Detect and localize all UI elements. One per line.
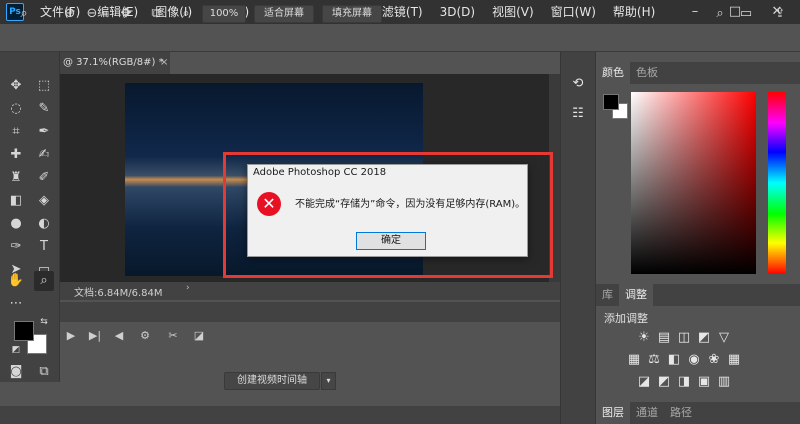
- fill-screen-button[interactable]: 填充屏幕: [322, 5, 382, 23]
- properties-panel-icon[interactable]: ☷: [570, 106, 586, 122]
- black-white-icon[interactable]: ◧: [666, 352, 682, 368]
- timeline-header: [60, 302, 560, 322]
- document-tab[interactable]: @ 37.1%(RGB/8#) *: [60, 52, 170, 74]
- swap-colors-icon[interactable]: ⇆: [38, 316, 50, 328]
- zoom-all-windows-icon[interactable]: ⧉: [146, 5, 166, 23]
- menu-filter[interactable]: 滤镜(T): [382, 0, 423, 24]
- status-menu-icon[interactable]: ›: [186, 283, 196, 297]
- curves-icon[interactable]: ◫: [676, 330, 692, 346]
- zoom-100-button[interactable]: 100%: [202, 5, 246, 23]
- tab-libraries[interactable]: 库: [596, 284, 619, 306]
- foreground-color-swatch[interactable]: [14, 321, 34, 341]
- color-panel-tabs: 颜色 色板: [596, 62, 800, 84]
- resize-windows-icon[interactable]: ✥: [116, 5, 136, 23]
- transition-icon[interactable]: ◪: [190, 327, 208, 345]
- eraser-tool-icon[interactable]: ◧: [6, 191, 26, 211]
- quick-mask-icon[interactable]: ◙: [6, 362, 26, 382]
- tab-close-icon[interactable]: ×: [160, 52, 172, 74]
- share-icon[interactable]: ⇪: [770, 5, 790, 23]
- minimize-button[interactable]: –: [680, 0, 710, 24]
- vibrance-icon[interactable]: ▽: [716, 330, 732, 346]
- marquee-tool-icon[interactable]: ⬚: [34, 76, 54, 96]
- create-video-timeline-button[interactable]: 创建视频时间轴: [224, 372, 320, 390]
- history-panel-icon[interactable]: ⟲: [570, 76, 586, 92]
- posterize-icon[interactable]: ◩: [656, 374, 672, 390]
- settings-icon[interactable]: ⚙: [136, 327, 154, 345]
- screen-mode-icon[interactable]: ⧉: [34, 362, 54, 382]
- document-size-status: 文档:6.84M/6.84M: [74, 288, 163, 299]
- brush-tool-icon[interactable]: ✍: [34, 145, 54, 165]
- layers-panel-tabs: 图层 通道 路径: [596, 402, 800, 424]
- menu-help[interactable]: 帮助(H): [613, 0, 655, 24]
- add-adjustment-label: 添加调整: [604, 312, 648, 325]
- tab-swatches[interactable]: 色板: [630, 62, 664, 84]
- lasso-tool-icon[interactable]: ◌: [6, 99, 26, 119]
- levels-icon[interactable]: ▤: [656, 330, 672, 346]
- zoom-out-icon[interactable]: ⊖: [82, 5, 102, 23]
- highlight-annotation-box: [223, 152, 553, 278]
- exposure-icon[interactable]: ◩: [696, 330, 712, 346]
- color-lookup-icon[interactable]: ▦: [726, 352, 742, 368]
- invert-icon[interactable]: ◪: [636, 374, 652, 390]
- threshold-icon[interactable]: ◨: [676, 374, 692, 390]
- clone-stamp-tool-icon[interactable]: ♜: [6, 168, 26, 188]
- quick-select-tool-icon[interactable]: ✎: [34, 99, 54, 119]
- play-icon[interactable]: ▶: [62, 327, 80, 345]
- tab-channels[interactable]: 通道: [630, 402, 664, 424]
- timeline-dropdown-icon[interactable]: ▾: [321, 372, 336, 390]
- paint-bucket-tool-icon[interactable]: ◈: [34, 191, 54, 211]
- channel-mixer-icon[interactable]: ❀: [706, 352, 722, 368]
- move-tool-icon[interactable]: ✥: [6, 76, 26, 96]
- history-brush-tool-icon[interactable]: ✐: [34, 168, 54, 188]
- hue-slider[interactable]: [768, 92, 786, 274]
- color-balance-icon[interactable]: ⚖: [646, 352, 662, 368]
- zoom-tool-active-icon[interactable]: ⌕: [34, 271, 54, 291]
- prev-frame-icon[interactable]: ◀: [110, 327, 128, 345]
- scissors-icon[interactable]: ✂: [164, 327, 182, 345]
- menu-3d[interactable]: 3D(D): [440, 0, 475, 24]
- tab-color[interactable]: 颜色: [596, 62, 630, 84]
- hand-tool-icon[interactable]: ✋: [6, 271, 26, 291]
- menu-view[interactable]: 视图(V): [492, 0, 534, 24]
- brightness-icon[interactable]: ☀: [636, 330, 652, 346]
- workspace-icon[interactable]: ▭: [736, 5, 756, 23]
- hue-saturation-icon[interactable]: ▦: [626, 352, 642, 368]
- tab-adjustments[interactable]: 调整: [619, 284, 653, 306]
- crop-tool-icon[interactable]: ⌗: [6, 122, 26, 142]
- gradient-map-icon[interactable]: ▥: [716, 374, 732, 390]
- timeline-footer: [0, 406, 560, 424]
- eyedropper-tool-icon[interactable]: ✒: [34, 122, 54, 142]
- panel-foreground-swatch[interactable]: [603, 94, 619, 110]
- default-colors-icon[interactable]: ◩: [10, 344, 22, 356]
- selective-color-icon[interactable]: ▣: [696, 374, 712, 390]
- type-tool-icon[interactable]: T: [34, 237, 54, 257]
- tab-paths[interactable]: 路径: [664, 402, 698, 424]
- pen-tool-icon[interactable]: ✑: [6, 237, 26, 257]
- next-frame-icon[interactable]: ▶|: [86, 327, 104, 345]
- scrubby-zoom-icon[interactable]: ⌕: [176, 5, 196, 23]
- zoom-tool-icon[interactable]: ⌕: [14, 5, 34, 23]
- tab-layers[interactable]: 图层: [596, 402, 630, 424]
- more-tools-icon[interactable]: ⋯: [6, 294, 26, 314]
- options-bar: [0, 24, 800, 52]
- photo-filter-icon[interactable]: ◉: [686, 352, 702, 368]
- zoom-in-icon[interactable]: ⊕: [60, 5, 80, 23]
- adjust-panel-tabs: 库 调整: [596, 284, 800, 306]
- dodge-tool-icon[interactable]: ◐: [34, 214, 54, 234]
- healing-brush-tool-icon[interactable]: ✚: [6, 145, 26, 165]
- fit-screen-button[interactable]: 适合屏幕: [254, 5, 314, 23]
- color-picker-field[interactable]: [631, 92, 756, 274]
- menu-window[interactable]: 窗口(W): [551, 0, 596, 24]
- blur-tool-icon[interactable]: ●: [6, 214, 26, 234]
- search-icon[interactable]: ⌕: [710, 5, 730, 23]
